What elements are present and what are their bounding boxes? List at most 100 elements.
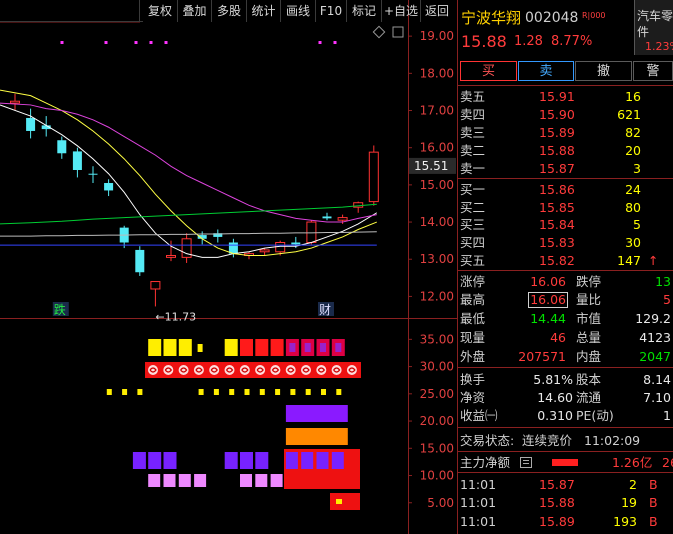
signal-block-orange bbox=[316, 428, 333, 445]
sector-box[interactable]: 汽车零件 1.23% bbox=[634, 0, 673, 55]
maximize-icon[interactable] bbox=[392, 26, 404, 38]
candle-body bbox=[166, 255, 176, 258]
ask-5-price: 15.91 bbox=[539, 89, 575, 104]
tick-side: B bbox=[649, 514, 658, 529]
tick-side: B bbox=[649, 495, 658, 510]
signal-circle bbox=[177, 364, 190, 376]
alert-button[interactable]: 警 bbox=[633, 61, 673, 81]
ask-4-price: 15.90 bbox=[539, 107, 575, 122]
candle-body bbox=[104, 183, 114, 191]
cancel-order-button[interactable]: 撤 bbox=[575, 61, 632, 81]
signal-block-purple bbox=[316, 405, 333, 422]
signal-block-pink bbox=[163, 474, 176, 487]
toolbar-draw-line-button[interactable]: 画线 bbox=[281, 0, 316, 22]
signal-block bbox=[178, 339, 192, 356]
signal-dot-yellow bbox=[106, 389, 112, 395]
signal-block-pink bbox=[178, 474, 191, 487]
ask-4-label: 卖四 bbox=[460, 107, 486, 122]
toolbar-f10-button[interactable]: F10 bbox=[316, 0, 347, 22]
toolbar-back-button[interactable]: 返回 bbox=[421, 0, 453, 22]
stat-limit-up-label: 涨停 bbox=[460, 274, 486, 289]
stock-badge: R|000 bbox=[582, 11, 606, 20]
tick-price: 15.88 bbox=[539, 495, 575, 510]
signal-dot bbox=[333, 41, 337, 44]
signal-block-pink bbox=[194, 474, 207, 487]
candle-body bbox=[57, 140, 67, 154]
signal-block bbox=[224, 339, 238, 356]
stock-code: 002048 bbox=[525, 10, 579, 26]
sector-name: 汽车零件 bbox=[637, 9, 673, 39]
signal-dot bbox=[149, 41, 153, 44]
stock-change-pct: 8.77% bbox=[551, 34, 593, 49]
signal-dot-yellow bbox=[244, 389, 250, 395]
signal-dot-yellow bbox=[198, 389, 204, 395]
flow-chart-icon[interactable] bbox=[520, 457, 532, 468]
signal-circle bbox=[254, 364, 267, 376]
signal-block-purple bbox=[301, 405, 318, 422]
toolbar-mark-button[interactable]: 标记 bbox=[347, 0, 382, 22]
candle-body bbox=[88, 173, 98, 175]
stat-last-volume-value: 46 bbox=[550, 330, 566, 345]
candle-body bbox=[150, 281, 161, 290]
toolbar-overlay-button[interactable]: 叠加 bbox=[178, 0, 212, 22]
current-price-label: 15.51 bbox=[414, 159, 448, 173]
indicator-axis-label: 30.00 bbox=[420, 360, 454, 374]
quote-panel: 宁波华翔 002048 R|000 15.88 1.28 8.77% 汽车零件 … bbox=[458, 0, 673, 534]
signal-circle bbox=[238, 364, 251, 376]
sell-button[interactable]: 卖 bbox=[518, 61, 574, 81]
signal-circle bbox=[330, 364, 343, 376]
signal-block-orange bbox=[331, 428, 348, 445]
ask-5-volume: 16 bbox=[625, 89, 641, 104]
stat-low-label: 最低 bbox=[460, 311, 486, 326]
signal-dot-yellow bbox=[137, 389, 143, 395]
indicator-axis-label: 15.00 bbox=[420, 441, 454, 455]
stat-net-assets-label: 净资 bbox=[460, 390, 486, 405]
ma-line-ma20 bbox=[0, 102, 377, 223]
ask-3-label: 卖三 bbox=[460, 125, 486, 140]
signal-block-purple bbox=[316, 452, 329, 469]
bid-5-price: 15.82 bbox=[539, 253, 575, 268]
stat-high-label: 最高 bbox=[460, 292, 486, 307]
signal-dot-yellow bbox=[336, 389, 342, 395]
buy-button[interactable]: 买 bbox=[460, 61, 517, 81]
signal-block-pink bbox=[270, 474, 283, 487]
candle-body bbox=[322, 216, 332, 219]
ask-4-volume: 621 bbox=[617, 107, 641, 122]
signal-block-orange bbox=[301, 428, 318, 445]
ma-line-ma10 bbox=[0, 89, 377, 257]
signal-block-purple bbox=[331, 405, 348, 422]
trade-status-value: 连续竞价 bbox=[522, 433, 573, 448]
main-flow-value: 1.26亿 bbox=[612, 455, 653, 470]
kline-chart[interactable]: 19.00 18.00 17.00 16.00 15.00 14.00 13.00 12.00… bbox=[0, 0, 458, 534]
signal-block-inner bbox=[335, 343, 342, 352]
indicator-axis-label: 20.00 bbox=[420, 414, 454, 428]
toolbar-stats-button[interactable]: 统计 bbox=[247, 0, 281, 22]
toolbar-add-watchlist-button[interactable]: +自选 bbox=[382, 0, 421, 22]
signal-circle bbox=[300, 364, 312, 376]
low-price-annotation: ←11.73 bbox=[155, 310, 196, 323]
stat-inner-value: 2047 bbox=[639, 349, 671, 364]
stat-inner-label: 内盘 bbox=[576, 349, 602, 364]
tick-price: 15.89 bbox=[539, 514, 575, 529]
bid-5-volume: 147 bbox=[617, 253, 641, 268]
stat-total-volume-value: 4123 bbox=[639, 330, 671, 345]
tick-volume: 19 bbox=[621, 495, 637, 510]
signal-block bbox=[240, 339, 253, 356]
stock-name: 宁波华翔 bbox=[461, 9, 522, 27]
signal-dot-yellow bbox=[259, 389, 265, 395]
event-marker-3: 跌 bbox=[54, 302, 66, 317]
price-axis-label: 19.00 bbox=[420, 29, 454, 43]
toolbar-fuquan-button[interactable]: 复权 bbox=[143, 0, 178, 22]
signal-block-purple bbox=[285, 452, 298, 469]
candle-body bbox=[10, 100, 20, 104]
indicator-axis-label: 25.00 bbox=[420, 387, 454, 401]
tick-price: 15.87 bbox=[539, 477, 575, 492]
signal-block-pink bbox=[240, 474, 252, 487]
signal-band bbox=[145, 362, 361, 378]
toolbar-multi-stock-button[interactable]: 多股 bbox=[212, 0, 247, 22]
stat-limit-up-value: 16.06 bbox=[530, 274, 566, 289]
bid-3-label: 买三 bbox=[460, 217, 486, 232]
signal-dot-yellow bbox=[305, 389, 311, 395]
bid-3-price: 15.84 bbox=[539, 217, 575, 232]
signal-block-pink bbox=[148, 474, 161, 487]
